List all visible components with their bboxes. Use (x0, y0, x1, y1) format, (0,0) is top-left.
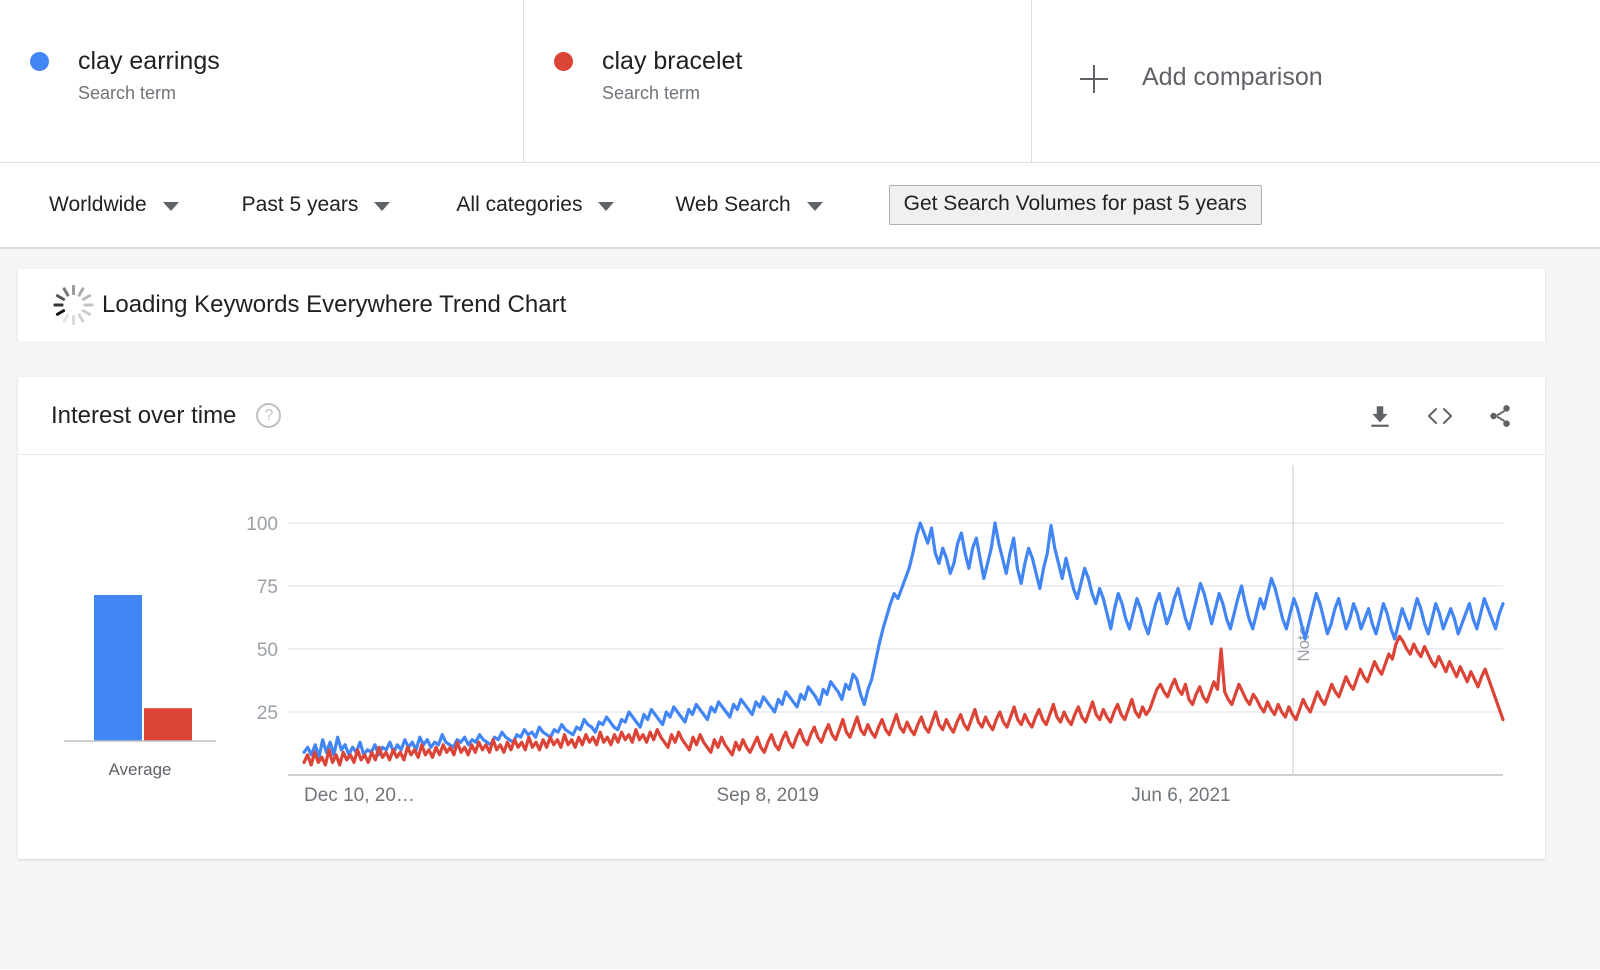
loading-text: Loading Keywords Everywhere Trend Chart (102, 291, 566, 319)
term-2-line: clay bracelet (554, 46, 1031, 76)
svg-text:25: 25 (257, 703, 278, 724)
loading-strip: Loading Keywords Everywhere Trend Chart (18, 269, 1545, 341)
comparison-term-2[interactable]: clay bracelet Search term (524, 0, 1032, 162)
average-bars (64, 595, 216, 747)
term-1-type: Search term (78, 83, 523, 104)
add-comparison-button[interactable]: Add comparison (1032, 0, 1600, 162)
share-icon[interactable] (1483, 399, 1517, 433)
chevron-down-icon (598, 202, 614, 211)
region-dropdown[interactable]: Worldwide (49, 193, 179, 217)
svg-text:100: 100 (246, 514, 278, 535)
term-1-name: clay earrings (78, 46, 220, 76)
help-icon[interactable]: ? (256, 403, 281, 428)
page-title: Interest over time (51, 402, 236, 430)
search-type-dropdown[interactable]: Web Search (675, 193, 822, 217)
term-2-color-dot (554, 52, 573, 71)
time-range-dropdown-label: Past 5 years (242, 193, 359, 217)
chart-body: 25 50 75 100 Dec 10, 20… Sep 8, 2019 Jun 6, 20… (18, 455, 1545, 859)
loading-spinner-icon (51, 283, 95, 327)
section-gap (18, 341, 1582, 377)
chevron-down-icon (807, 202, 823, 211)
filter-bar: Worldwide Past 5 years All categories We… (0, 163, 1600, 249)
chart-header: Interest over time ? (18, 377, 1545, 455)
svg-text:Dec 10, 20…: Dec 10, 20… (304, 785, 415, 806)
term-2-type: Search term (602, 83, 1031, 104)
time-range-dropdown[interactable]: Past 5 years (242, 193, 391, 217)
chevron-down-icon (163, 202, 179, 211)
interest-over-time-card: Interest over time ? 25 50 75 (18, 377, 1545, 859)
trends-line-chart[interactable]: 25 50 75 100 Dec 10, 20… Sep 8, 2019 Jun 6, 20… (18, 455, 1545, 859)
get-search-volumes-button[interactable]: Get Search Volumes for past 5 years (889, 185, 1262, 225)
download-icon[interactable] (1363, 399, 1397, 433)
term-1-line: clay earrings (30, 46, 523, 76)
page-body: Loading Keywords Everywhere Trend Chart … (0, 249, 1600, 969)
average-bar-chart: Average (64, 595, 216, 780)
svg-text:75: 75 (257, 577, 278, 598)
search-type-dropdown-label: Web Search (675, 193, 790, 217)
chevron-down-icon (374, 202, 390, 211)
category-dropdown-label: All categories (456, 193, 582, 217)
svg-text:Jun 6, 2021: Jun 6, 2021 (1131, 785, 1230, 806)
term-1-color-dot (30, 52, 49, 71)
region-dropdown-label: Worldwide (49, 193, 147, 217)
term-2-name: clay bracelet (602, 46, 742, 76)
embed-icon[interactable] (1423, 399, 1457, 433)
svg-text:Sep 8, 2019: Sep 8, 2019 (716, 785, 818, 806)
add-comparison-label: Add comparison (1142, 62, 1323, 92)
loading-banner: Loading Keywords Everywhere Trend Chart (18, 269, 1545, 341)
comparison-term-1[interactable]: clay earrings Search term (0, 0, 524, 162)
svg-text:50: 50 (257, 640, 278, 661)
comparison-row: clay earrings Search term clay bracelet … (0, 0, 1600, 163)
average-label: Average (64, 760, 216, 780)
category-dropdown[interactable]: All categories (456, 193, 614, 217)
plus-icon (1080, 65, 1108, 93)
